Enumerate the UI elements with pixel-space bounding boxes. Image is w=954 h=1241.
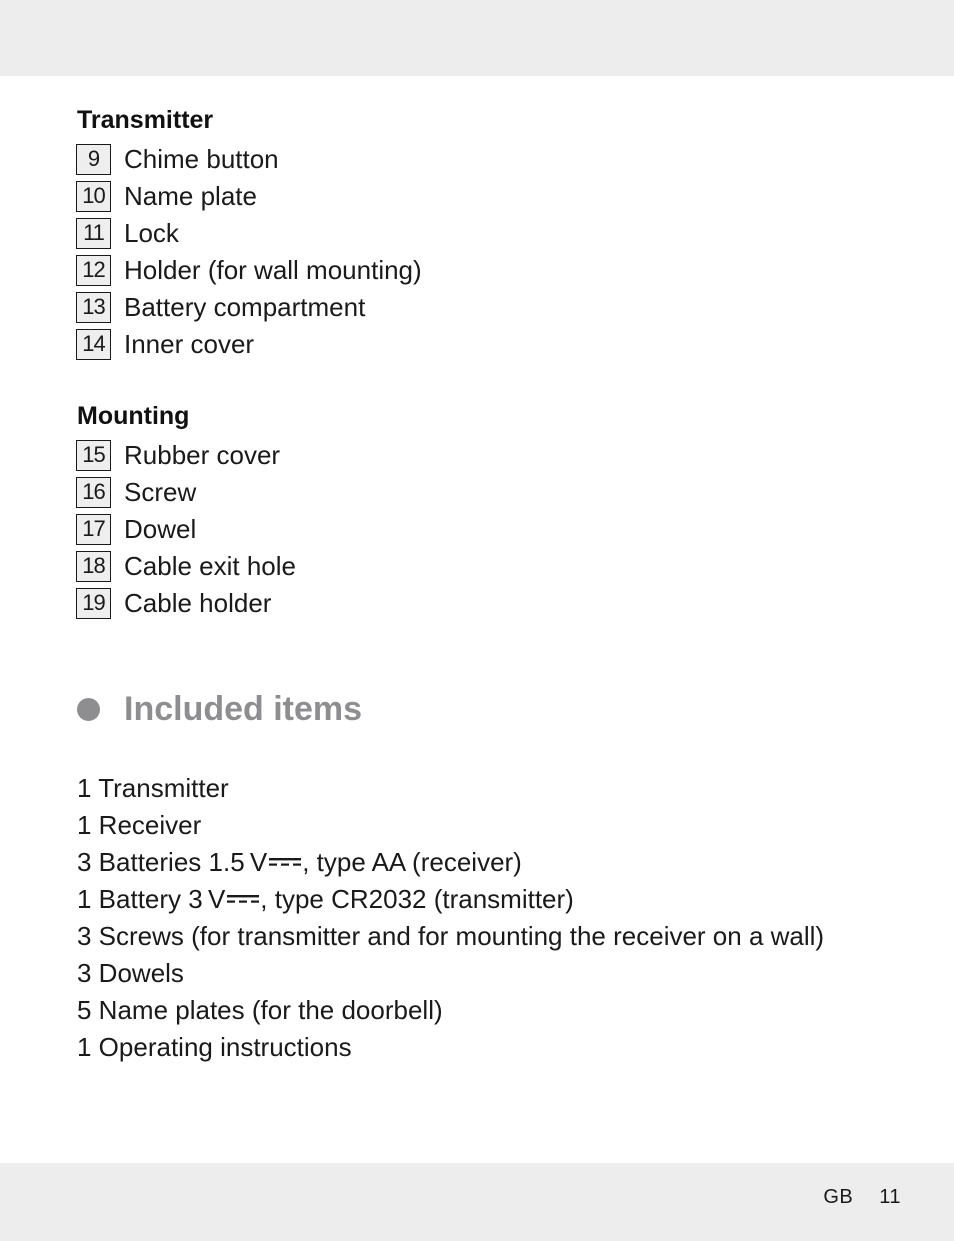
part-number: 15	[76, 440, 111, 471]
included-items-title: Included items	[124, 690, 363, 728]
mounting-heading: Mounting	[77, 402, 190, 430]
part-number: 18	[76, 551, 111, 582]
transmitter-heading: Transmitter	[77, 106, 214, 134]
header-band	[0, 0, 954, 76]
item-text: 1 Battery 3 V	[77, 884, 226, 914]
part-number: 10	[76, 181, 111, 212]
list-item: 10 Name plate	[76, 178, 422, 215]
list-item: 1 Battery 3 V , type CR2032 (transmitter)	[77, 881, 824, 918]
part-number: 12	[76, 255, 111, 286]
part-label: Inner cover	[124, 329, 255, 359]
page-footer: GB 11	[823, 1186, 901, 1209]
dc-voltage-icon	[269, 858, 302, 866]
list-item: 18 Cable exit hole	[76, 548, 296, 585]
list-item: 1 Operating instructions	[77, 1032, 352, 1062]
list-item: 15 Rubber cover	[76, 437, 296, 474]
list-item: 1 Receiver	[77, 810, 202, 840]
bullet-icon	[77, 698, 100, 721]
list-item: 16 Screw	[76, 474, 296, 511]
part-label: Chime button	[124, 144, 279, 174]
item-text: , type AA (receiver)	[302, 847, 522, 877]
mounting-parts-list: 15 Rubber cover 16 Screw 17 Dowel 18 Cable e…	[76, 437, 296, 622]
part-number: 16	[76, 477, 111, 508]
list-item: 11 Lock	[76, 215, 422, 252]
page-number: 11	[879, 1186, 901, 1208]
part-label: Lock	[124, 218, 179, 248]
list-item: 17 Dowel	[76, 511, 296, 548]
item-text: , type CR2032 (transmitter)	[260, 884, 574, 914]
list-item: 1 Transmitter	[77, 773, 229, 803]
list-item: 12 Holder (for wall mounting)	[76, 252, 422, 289]
included-items-list: 1 Transmitter 1 Receiver 3 Batteries 1.5…	[77, 770, 824, 1066]
item-text: 3 Batteries 1.5 V	[77, 847, 268, 877]
list-item: 14 Inner cover	[76, 326, 422, 363]
list-item: 3 Batteries 1.5 V , type AA (receiver)	[77, 844, 824, 881]
part-number: 19	[76, 588, 111, 619]
part-label: Cable exit hole	[124, 551, 296, 581]
part-number: 13	[76, 292, 111, 323]
part-number: 11	[76, 218, 111, 249]
part-number: 14	[76, 329, 111, 360]
list-item: 3 Screws (for transmitter and for mounti…	[77, 921, 825, 951]
part-label: Cable holder	[124, 588, 272, 618]
part-label: Rubber cover	[124, 440, 281, 470]
part-label: Name plate	[124, 181, 257, 211]
list-item: 3 Dowels	[77, 958, 184, 988]
dc-voltage-icon	[227, 895, 260, 903]
transmitter-parts-list: 9 Chime button 10 Name plate 11 Lock 12 Hold…	[76, 141, 422, 363]
part-label: Battery compartment	[124, 292, 366, 322]
part-label: Screw	[124, 477, 197, 507]
footer-band	[0, 1163, 954, 1241]
list-item: 19 Cable holder	[76, 585, 296, 622]
part-number: 9	[76, 144, 111, 175]
part-label: Dowel	[124, 514, 197, 544]
part-number: 17	[76, 514, 111, 545]
list-item: 9 Chime button	[76, 141, 422, 178]
included-items-heading: Included items	[77, 690, 362, 729]
part-label: Holder (for wall mounting)	[124, 255, 422, 285]
language-code: GB	[823, 1186, 854, 1208]
list-item: 13 Battery compartment	[76, 289, 422, 326]
list-item: 5 Name plates (for the doorbell)	[77, 995, 443, 1025]
